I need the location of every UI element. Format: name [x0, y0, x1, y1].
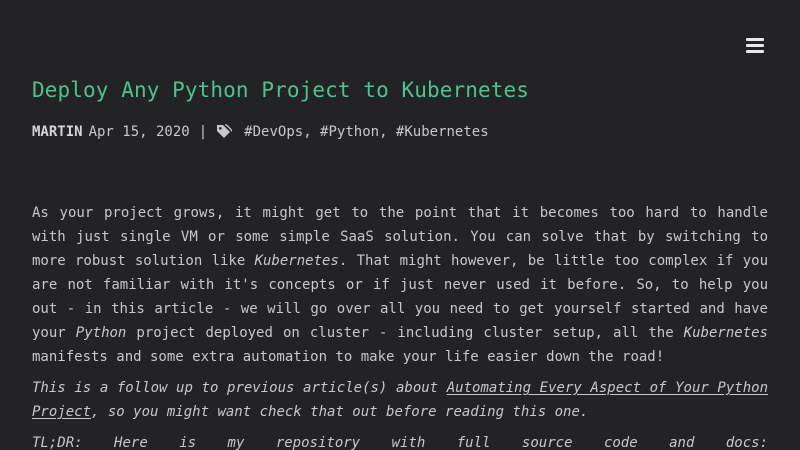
- tag-icon: [216, 124, 234, 140]
- tag-python[interactable]: #Python: [320, 124, 379, 140]
- post-date: Apr 15, 2020: [88, 124, 190, 140]
- meta-separator: |: [198, 124, 208, 140]
- tag-kubernetes[interactable]: #Kubernetes: [396, 124, 489, 140]
- intro-paragraph: As your project grows, it might get to t…: [32, 205, 769, 365]
- post-title: Deploy Any Python Project to Kubernetes: [32, 78, 529, 102]
- post-meta: MARTIN Apr 15, 2020 | #DevOps, #Python, …: [32, 124, 489, 140]
- post-author: MARTIN: [32, 124, 83, 140]
- post-content: As your project grows, it might get to t…: [32, 201, 768, 450]
- tldr-line: TL;DR: Here is my repository with full s…: [32, 435, 768, 450]
- follow-up-note: This is a follow up to previous article(…: [32, 380, 769, 420]
- hamburger-menu-icon[interactable]: [746, 38, 764, 54]
- tag-devops[interactable]: #DevOps: [244, 124, 303, 140]
